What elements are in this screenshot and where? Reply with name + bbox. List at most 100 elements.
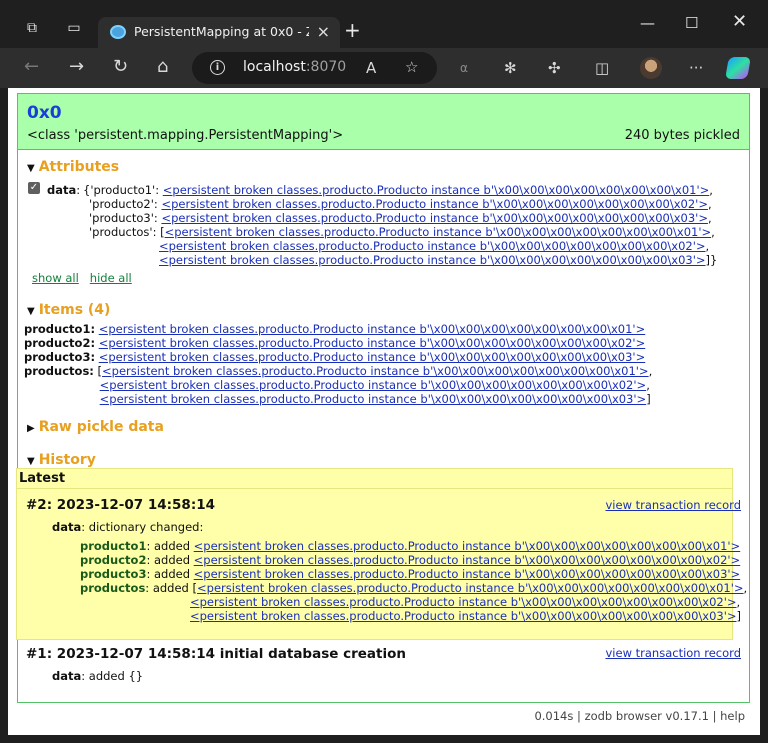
change-row: producto2: added <persistent broken clas… [80,553,740,567]
object-link[interactable]: <persistent broken classes.producto.Prod… [194,567,741,581]
split-screen-icon[interactable]: ◫ [595,59,609,77]
expanded-triangle-icon: ▼ [27,456,35,467]
help-link[interactable]: help [720,709,745,723]
expanded-triangle-icon: ▼ [27,306,35,317]
extension-icon[interactable]: α [460,59,468,77]
tab-actions-icon[interactable]: ▭ [66,20,82,36]
raw-pickle-heading[interactable]: ▶ Raw pickle data [27,419,164,435]
object-oid: 0x0 [27,103,62,123]
value-suffix: , [736,595,741,609]
settings-gear-icon[interactable]: ✻ [504,59,517,77]
extensions-puzzle-icon[interactable]: ✣ [548,59,561,77]
item-key: productos: [24,364,94,378]
change-key: producto1 [80,539,147,553]
item-row: producto2: <persistent broken classes.pr… [24,336,645,350]
object-link[interactable]: <persistent broken classes.producto.Prod… [163,183,710,197]
show-all-link[interactable]: show all [32,271,79,285]
history-heading[interactable]: ▼ History [27,452,96,468]
value-suffix: ] [736,609,742,623]
attributes-heading[interactable]: ▼ Attributes [27,159,119,175]
item-key: producto1: [24,322,96,336]
attribute-name: data: [47,183,81,197]
collapsed-triangle-icon: ▶ [27,423,35,434]
item-key: producto2: [24,336,96,350]
value-suffix: , [707,211,712,225]
item-row: producto3: <persistent broken classes.pr… [24,350,645,364]
home-icon[interactable]: ⌂ [157,57,168,77]
attribute-value-line: 'producto2': <persistent broken classes.… [89,197,712,211]
object-link[interactable]: <persistent broken classes.producto.Prod… [190,595,737,609]
browser-tab[interactable]: PersistentMapping at 0x0 - ZODB × [98,17,340,48]
site-info-icon[interactable]: i [210,60,225,75]
value-prefix: 'producto3': [89,211,162,225]
value-suffix: ]} [705,253,718,267]
view-transaction-1-link[interactable]: view transaction record [606,646,742,660]
workspaces-icon[interactable]: ⧉ [24,20,40,36]
attribute-value-line: 'productos': [<persistent broken classes… [89,225,715,239]
object-link[interactable]: <persistent broken classes.producto.Prod… [161,211,708,225]
object-link[interactable]: <persistent broken classes.producto.Prod… [190,609,737,623]
object-link[interactable]: <persistent broken classes.producto.Prod… [197,581,744,595]
value-suffix: , [743,581,748,595]
change-row: productos: added [<persistent broken cla… [80,581,747,595]
value-suffix: , [707,197,712,211]
attribute-value-line: {'producto1': <persistent broken classes… [83,183,713,197]
object-link[interactable]: <persistent broken classes.producto.Prod… [159,253,706,267]
transaction-2-title: #2: 2023-12-07 14:58:14 [26,497,216,513]
object-link[interactable]: <persistent broken classes.producto.Prod… [99,322,646,336]
view-transaction-2-link[interactable]: view transaction record [606,498,742,512]
object-link[interactable]: <persistent broken classes.producto.Prod… [102,364,649,378]
object-link[interactable]: <persistent broken classes.producto.Prod… [159,239,706,253]
hide-all-link[interactable]: hide all [90,271,132,285]
object-link[interactable]: <persistent broken classes.producto.Prod… [194,553,741,567]
more-menu-icon[interactable]: ··· [689,59,703,77]
attribute-checkbox[interactable]: ✓ [28,182,40,194]
close-tab-icon[interactable]: × [317,22,330,41]
browser-titlebar: ⧉ ▭ PersistentMapping at 0x0 - ZODB × + … [0,0,768,48]
change-key: productos [80,581,146,595]
change-row: <persistent broken classes.producto.Prod… [190,609,741,623]
value-prefix: {'producto1': [83,183,163,197]
minimize-icon[interactable]: — [640,14,655,32]
history-latest-label: Latest [17,469,732,489]
address-bar[interactable]: i localhost:8070 A ☆ [192,52,437,84]
tab-title: PersistentMapping at 0x0 - ZODB [134,24,309,39]
object-link[interactable]: <persistent broken classes.producto.Prod… [100,392,647,406]
object-link[interactable]: <persistent broken classes.producto.Prod… [161,197,708,211]
reload-icon[interactable]: ↻ [113,57,128,77]
attribute-value-line: <persistent broken classes.producto.Prod… [159,239,709,253]
item-row: <persistent broken classes.producto.Prod… [24,378,650,392]
close-window-icon[interactable]: ✕ [732,11,747,32]
new-tab-icon[interactable]: + [344,20,361,40]
attribute-value-line: 'producto3': <persistent broken classes.… [89,211,712,225]
pickle-size: 240 bytes pickled [624,128,740,143]
item-row: <persistent broken classes.producto.Prod… [24,392,651,406]
value-suffix: , [646,378,650,392]
object-link[interactable]: <persistent broken classes.producto.Prod… [100,378,647,392]
read-aloud-icon[interactable]: A [366,59,376,77]
favorite-star-icon[interactable]: ☆ [405,58,418,76]
attribute-value-line: <persistent broken classes.producto.Prod… [159,253,717,267]
forward-icon[interactable]: → [69,57,84,77]
object-link[interactable]: <persistent broken classes.producto.Prod… [165,225,712,239]
item-key: producto3: [24,350,96,364]
change-action: : added [146,539,194,553]
transaction-1-title: #1: 2023-12-07 14:58:14 initial database… [26,646,406,662]
object-class: <class 'persistent.mapping.PersistentMap… [27,128,344,143]
change-action: : added [146,553,194,567]
page-viewport: 0x0 <class 'persistent.mapping.Persisten… [8,88,760,735]
profile-avatar[interactable] [640,57,662,79]
back-icon[interactable]: ← [24,57,39,77]
value-suffix: , [705,239,710,253]
value-suffix: , [648,364,653,378]
items-heading[interactable]: ▼ Items (4) [27,302,110,318]
object-link[interactable]: <persistent broken classes.producto.Prod… [99,350,646,364]
object-link[interactable]: <persistent broken classes.producto.Prod… [99,336,646,350]
maximize-icon[interactable]: ☐ [685,14,698,32]
change-key: producto2 [80,553,147,567]
tab-favicon-icon [110,25,126,39]
copilot-icon[interactable] [725,57,751,79]
browser-toolbar: ← → ↻ ⌂ i localhost:8070 A ☆ α ✻ ✣ ◫ ··· [0,48,768,88]
object-link[interactable]: <persistent broken classes.producto.Prod… [194,539,741,553]
item-row: producto1: <persistent broken classes.pr… [24,322,645,336]
